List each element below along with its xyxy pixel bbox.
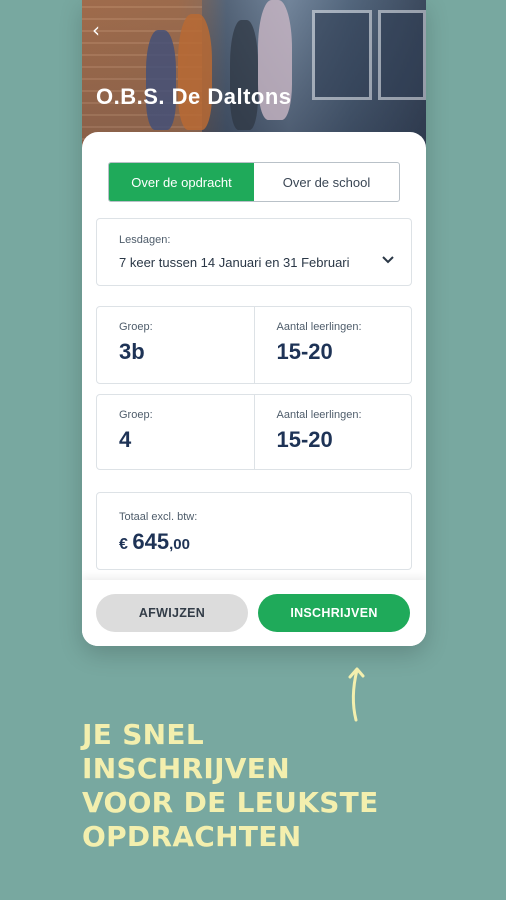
group-cell: Groep: 3b	[97, 307, 254, 383]
tagline-line: INSCHRIJVEN	[82, 752, 290, 785]
lesson-days-value: 7 keer tussen 14 Januari en 31 Februari	[119, 255, 350, 270]
tab-about-school[interactable]: Over de school	[254, 163, 399, 201]
student-count-value: 15-20	[276, 339, 333, 364]
chevron-left-icon[interactable]: ‹	[92, 20, 112, 40]
group-value: 4	[119, 427, 132, 452]
student-count-cell: Aantal leerlingen: 15-20	[253, 307, 412, 383]
total-amount: 645	[132, 529, 170, 554]
tagline-line: OPDRACHTEN	[82, 820, 302, 853]
total-cents: ,00	[169, 536, 190, 553]
total-label: Totaal excl. btw:	[119, 511, 198, 523]
hero-photo	[82, 0, 426, 150]
student-count-cell: Aantal leerlingen: 15-20	[253, 395, 412, 469]
total-price: € 645,00	[119, 529, 190, 555]
arrow-up-icon	[348, 667, 365, 722]
chevron-down-icon[interactable]	[381, 253, 395, 267]
action-bar: AFWIJZEN INSCHRIJVEN	[82, 580, 426, 646]
app-screen: ‹ O.B.S. De Daltons Over de opdracht Ove…	[82, 0, 426, 646]
group-label: Groep:	[119, 409, 153, 421]
decline-button[interactable]: AFWIJZEN	[96, 594, 248, 632]
total-card: Totaal excl. btw: € 645,00	[96, 492, 412, 570]
hero-photo-figure	[230, 20, 258, 130]
tagline-line: VOOR DE LEUKSTE	[82, 786, 379, 819]
lesson-days-dropdown[interactable]: Lesdagen: 7 keer tussen 14 Januari en 31…	[96, 218, 412, 286]
tab-bar: Over de opdracht Over de school	[108, 162, 400, 202]
group-value: 3b	[119, 339, 145, 364]
hero-photo-window	[378, 10, 426, 100]
group-cell: Groep: 4	[97, 395, 254, 469]
group-card: Groep: 3b Aantal leerlingen: 15-20	[96, 306, 412, 384]
tagline-line: JE SNEL	[82, 718, 204, 751]
hero-photo-figure	[146, 30, 176, 130]
enroll-button[interactable]: INSCHRIJVEN	[258, 594, 410, 632]
hero-photo-window	[312, 10, 372, 100]
student-count-label: Aantal leerlingen:	[276, 321, 362, 333]
promo-tagline: JE SNEL INSCHRIJVEN VOOR DE LEUKSTE OPDR…	[82, 718, 379, 854]
currency-symbol: €	[119, 536, 128, 553]
student-count-label: Aantal leerlingen:	[276, 409, 362, 421]
lesson-days-label: Lesdagen:	[119, 234, 171, 246]
school-title: O.B.S. De Daltons	[96, 84, 292, 109]
tab-about-assignment[interactable]: Over de opdracht	[109, 163, 254, 201]
group-label: Groep:	[119, 321, 153, 333]
student-count-value: 15-20	[276, 427, 333, 452]
hero-photo-figure	[178, 14, 212, 130]
group-card: Groep: 4 Aantal leerlingen: 15-20	[96, 394, 412, 470]
details-sheet: Over de opdracht Over de school Lesdagen…	[82, 132, 426, 646]
